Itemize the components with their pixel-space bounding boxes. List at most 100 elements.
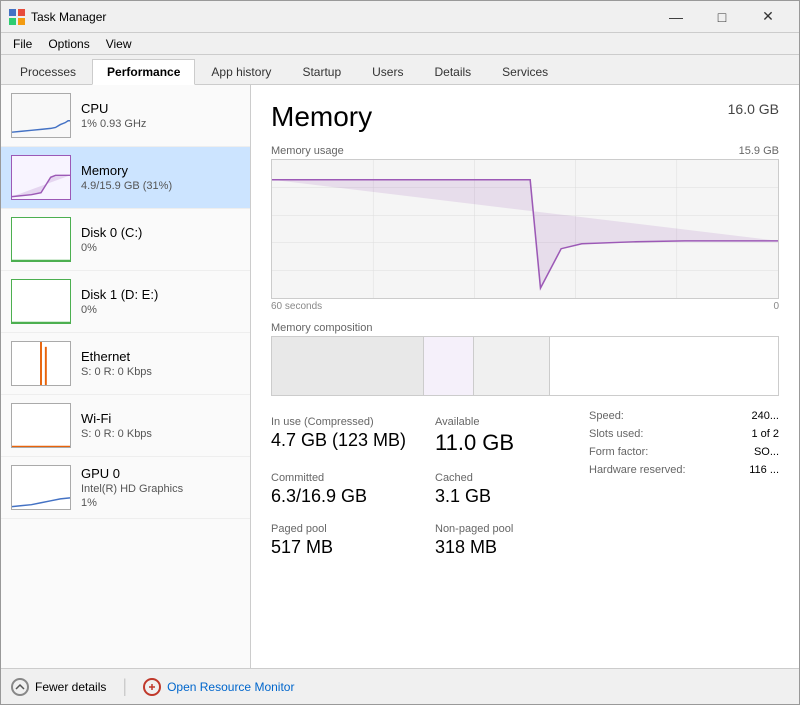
tab-bar: Processes Performance App history Startu… [1, 55, 799, 85]
disk1-info: Disk 1 (D: E:) 0% [81, 287, 158, 316]
window-controls: — □ ✕ [653, 1, 791, 33]
paged-block: Paged pool 517 MB [271, 517, 415, 564]
in-use-value: 4.7 GB (123 MB) [271, 430, 415, 451]
hw-label: Hardware reserved: [589, 464, 686, 476]
slots-label: Slots used: [589, 428, 643, 440]
task-manager-window: Task Manager — □ ✕ File Options View Pro… [0, 0, 800, 705]
menu-file[interactable]: File [5, 35, 40, 53]
sidebar-item-wifi[interactable]: Wi-Fi S: 0 R: 0 Kbps [1, 395, 250, 457]
sidebar-item-ethernet[interactable]: Ethernet S: 0 R: 0 Kbps [1, 333, 250, 395]
main-content: CPU 1% 0.93 GHz Memory 4.9/15.9 GB (31%) [1, 85, 799, 668]
committed-label: Committed [271, 472, 415, 484]
ethernet-thumbnail [11, 341, 71, 386]
resource-monitor-label: Open Resource Monitor [167, 680, 294, 694]
disk1-thumbnail [11, 279, 71, 324]
nonpaged-block: Non-paged pool 318 MB [435, 517, 579, 564]
available-block: Available 11.0 GB [435, 410, 579, 462]
stats-right: Speed: 240... Slots used: 1 of 2 Form fa… [579, 410, 779, 572]
tab-startup[interactable]: Startup [287, 59, 356, 84]
minimize-button[interactable]: — [653, 1, 699, 33]
committed-block: Committed 6.3/16.9 GB [271, 466, 415, 513]
comp-in-use [272, 337, 424, 395]
close-button[interactable]: ✕ [745, 1, 791, 33]
gpu-thumbnail [11, 465, 71, 510]
tab-app-history[interactable]: App history [196, 59, 286, 84]
gpu-info: GPU 0 Intel(R) HD Graphics 1% [81, 466, 183, 509]
tab-services[interactable]: Services [487, 59, 563, 84]
wifi-sub: S: 0 R: 0 Kbps [81, 428, 152, 440]
disk1-sub: 0% [81, 304, 158, 316]
graph-max: 15.9 GB [739, 145, 779, 157]
cached-label: Cached [435, 472, 579, 484]
disk1-label: Disk 1 (D: E:) [81, 287, 158, 302]
fewer-details-button[interactable]: Fewer details [11, 678, 106, 696]
graph-time-labels: 60 seconds 0 [271, 301, 779, 312]
comp-standby [474, 337, 550, 395]
disk0-info: Disk 0 (C:) 0% [81, 225, 142, 254]
nonpaged-label: Non-paged pool [435, 523, 579, 535]
maximize-button[interactable]: □ [699, 1, 745, 33]
cpu-info: CPU 1% 0.93 GHz [81, 101, 146, 130]
composition-label: Memory composition [271, 322, 779, 334]
menu-view[interactable]: View [98, 35, 140, 53]
window-title: Task Manager [31, 10, 653, 24]
stats-left: In use (Compressed) 4.7 GB (123 MB) Avai… [271, 410, 579, 572]
cpu-label: CPU [81, 101, 146, 116]
disk0-thumbnail [11, 217, 71, 262]
resource-monitor-icon [143, 678, 161, 696]
cpu-thumbnail [11, 93, 71, 138]
sidebar-item-gpu[interactable]: GPU 0 Intel(R) HD Graphics 1% [1, 457, 250, 519]
speed-row: Speed: 240... [589, 410, 779, 422]
in-use-label: In use (Compressed) [271, 416, 415, 428]
time-right: 0 [773, 301, 779, 312]
wifi-thumbnail [11, 403, 71, 448]
memory-label: Memory [81, 163, 172, 178]
memory-usage-section: Memory usage 15.9 GB [271, 145, 779, 312]
menu-options[interactable]: Options [40, 35, 97, 53]
tab-users[interactable]: Users [357, 59, 418, 84]
speed-value: 240... [751, 410, 779, 422]
form-row: Form factor: SO... [589, 446, 779, 458]
graph-label-row: Memory usage 15.9 GB [271, 145, 779, 157]
cpu-sub: 1% 0.93 GHz [81, 118, 146, 130]
slots-row: Slots used: 1 of 2 [589, 428, 779, 440]
graph-label-text: Memory usage [271, 145, 344, 157]
fewer-details-icon [11, 678, 29, 696]
disk0-sub: 0% [81, 242, 142, 254]
gpu-label: GPU 0 [81, 466, 183, 481]
tab-performance[interactable]: Performance [92, 59, 195, 85]
cached-block: Cached 3.1 GB [435, 466, 579, 513]
sidebar-item-disk1[interactable]: Disk 1 (D: E:) 0% [1, 271, 250, 333]
in-use-block: In use (Compressed) 4.7 GB (123 MB) [271, 410, 415, 462]
footer: Fewer details | Open Resource Monitor [1, 668, 799, 704]
detail-total: 16.0 GB [728, 101, 779, 117]
sidebar-item-memory[interactable]: Memory 4.9/15.9 GB (31%) [1, 147, 250, 209]
tab-processes[interactable]: Processes [5, 59, 91, 84]
cached-value: 3.1 GB [435, 486, 579, 507]
tab-details[interactable]: Details [419, 59, 486, 84]
wifi-info: Wi-Fi S: 0 R: 0 Kbps [81, 411, 152, 440]
slots-value: 1 of 2 [751, 428, 779, 440]
stats-bottom: In use (Compressed) 4.7 GB (123 MB) Avai… [271, 410, 779, 572]
time-left: 60 seconds [271, 301, 322, 312]
speed-label: Speed: [589, 410, 624, 422]
memory-info: Memory 4.9/15.9 GB (31%) [81, 163, 172, 192]
ethernet-info: Ethernet S: 0 R: 0 Kbps [81, 349, 152, 378]
memory-usage-graph [271, 159, 779, 299]
resource-monitor-button[interactable]: Open Resource Monitor [143, 678, 294, 696]
sidebar-item-cpu[interactable]: CPU 1% 0.93 GHz [1, 85, 250, 147]
sidebar: CPU 1% 0.93 GHz Memory 4.9/15.9 GB (31%) [1, 85, 251, 668]
sidebar-item-disk0[interactable]: Disk 0 (C:) 0% [1, 209, 250, 271]
titlebar: Task Manager — □ ✕ [1, 1, 799, 33]
memory-thumbnail [11, 155, 71, 200]
detail-title: Memory [271, 101, 372, 133]
gpu-sub2: 1% [81, 497, 183, 509]
committed-value: 6.3/16.9 GB [271, 486, 415, 507]
form-label: Form factor: [589, 446, 648, 458]
menubar: File Options View [1, 33, 799, 55]
footer-separator: | [122, 676, 127, 697]
detail-panel: Memory 16.0 GB Memory usage 15.9 GB [251, 85, 799, 668]
comp-modified [424, 337, 475, 395]
hw-row: Hardware reserved: 116 ... [589, 464, 779, 476]
gpu-sub: Intel(R) HD Graphics [81, 483, 183, 495]
